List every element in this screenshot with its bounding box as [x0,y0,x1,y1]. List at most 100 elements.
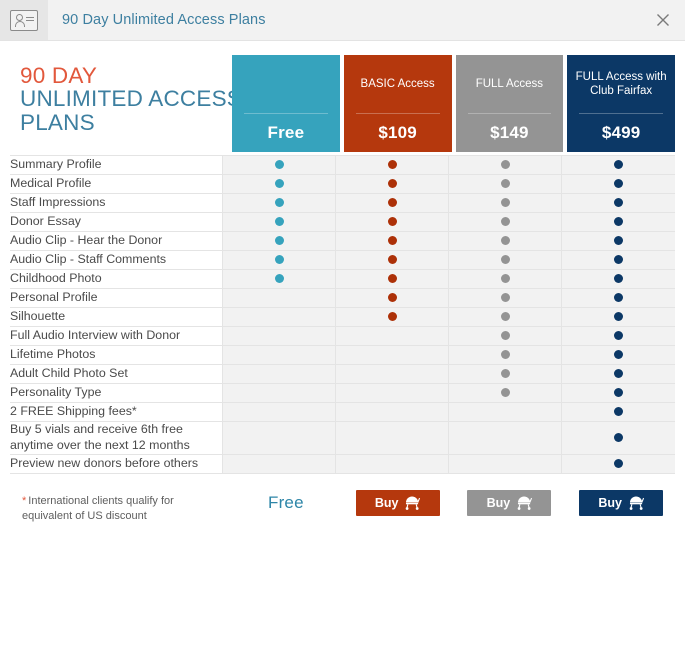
feature-cell-basic [335,212,449,232]
included-dot-full [500,369,510,379]
feature-cell-free [221,231,336,251]
included-dot-fairfax [614,433,624,443]
footnote-text: International clients qualify for equiva… [22,494,174,522]
feature-label: Full Audio Interview with Donor [10,326,223,346]
buy-button-basic[interactable]: Buy [355,489,440,516]
tab-icon-container[interactable] [0,0,48,40]
feature-cell-fairfax [561,454,675,474]
feature-cell-full [448,250,562,270]
table-row: Full Audio Interview with Donor [10,326,675,346]
table-row: Summary Profile [10,155,675,175]
included-dot-free [274,179,284,189]
footnote-asterisk: * [22,494,27,507]
included-dot-full [500,255,510,265]
feature-label: Medical Profile [10,174,223,194]
feature-label: 2 FREE Shipping fees* [10,402,223,422]
buy-button-full[interactable]: Buy [467,489,552,516]
stroller-icon [629,496,644,510]
buy-button-label: Buy [374,495,399,510]
feature-cell-full [448,421,562,455]
feature-cell-free [221,345,336,365]
feature-cell-basic [335,269,449,289]
included-dot-fairfax [614,255,624,265]
included-dot-basic [387,198,397,208]
feature-cell-free [221,454,336,474]
included-dot-full [500,217,510,227]
feature-cell-basic [335,193,449,213]
feature-cell-full [448,454,562,474]
feature-label: Audio Clip - Staff Comments [10,250,223,270]
table-row: Adult Child Photo Set [10,364,675,384]
included-dot-free [274,236,284,246]
feature-label: Audio Clip - Hear the Donor [10,231,223,251]
feature-comparison-table: Summary Profile Medical Profile Staff Impr… [10,155,675,474]
included-dot-full [500,236,510,246]
feature-cell-fairfax [561,345,675,365]
feature-cell-fairfax [561,250,675,270]
included-dot-fairfax [614,293,624,303]
feature-cell-free [221,288,336,308]
feature-cell-fairfax [561,383,675,403]
contact-card-icon [10,9,38,31]
included-dot-free [274,255,284,265]
included-dot-fairfax [614,179,624,189]
feature-cell-free [221,307,336,327]
feature-cell-fairfax [561,193,675,213]
feature-label: Adult Child Photo Set [10,364,223,384]
feature-label: Staff Impressions [10,193,223,213]
feature-cell-fairfax [561,155,675,175]
table-row: Buy 5 vials and receive 6th free anytime… [10,421,675,455]
buy-button-label: Buy [486,495,511,510]
table-row: Medical Profile [10,174,675,194]
feature-cell-full [448,326,562,346]
title-line-2: UNLIMITED ACCESS [20,86,242,112]
footer-actions: Free Buy Buy Buy [232,489,675,516]
feature-cell-basic [335,364,449,384]
table-row: Staff Impressions [10,193,675,213]
included-dot-free [274,274,284,284]
plan-card-free[interactable]: Free [232,55,340,152]
window-title: 90 Day Unlimited Access Plans [62,12,266,28]
buy-button-fairfax[interactable]: Buy [579,489,664,516]
feature-label: Personality Type [10,383,223,403]
included-dot-full [500,331,510,341]
feature-label: Summary Profile [10,155,223,175]
plan-name-basic: BASIC Access [360,77,435,90]
table-row: Preview new donors before others [10,454,675,474]
feature-cell-basic [335,383,449,403]
included-dot-free [274,198,284,208]
footnote: * International clients qualify for equiv… [22,494,222,524]
table-row: Audio Clip - Hear the Donor [10,231,675,251]
close-icon[interactable] [649,6,677,34]
included-dot-full [500,198,510,208]
included-dot-basic [387,274,397,284]
included-dot-full [500,274,510,284]
feature-cell-fairfax [561,174,675,194]
feature-cell-fairfax [561,307,675,327]
table-row: Silhouette [10,307,675,327]
included-dot-basic [387,236,397,246]
feature-cell-full [448,345,562,365]
feature-label: Preview new donors before others [10,454,223,474]
feature-cell-full [448,174,562,194]
plan-card-fairfax[interactable]: FULL Access with Club Fairfax $499 [567,55,675,152]
plan-card-basic[interactable]: BASIC Access $109 [343,55,452,152]
feature-cell-free [221,250,336,270]
included-dot-fairfax [614,217,624,227]
feature-cell-free [221,269,336,289]
included-dot-basic [387,217,397,227]
plan-card-full[interactable]: FULL Access $149 [455,55,564,152]
feature-label: Buy 5 vials and receive 6th free anytime… [10,421,223,455]
feature-cell-basic [335,326,449,346]
feature-cell-free [221,421,336,455]
feature-cell-basic [335,231,449,251]
feature-cell-basic [335,288,449,308]
included-dot-fairfax [614,160,624,170]
included-dot-fairfax [614,369,624,379]
feature-cell-basic [335,345,449,365]
included-dot-basic [387,312,397,322]
footer-action-full: Buy [456,489,564,516]
feature-cell-fairfax [561,212,675,232]
feature-cell-full [448,383,562,403]
plans-header: 90 DAY UNLIMITED ACCESS PLANS Free BASIC … [10,55,675,155]
